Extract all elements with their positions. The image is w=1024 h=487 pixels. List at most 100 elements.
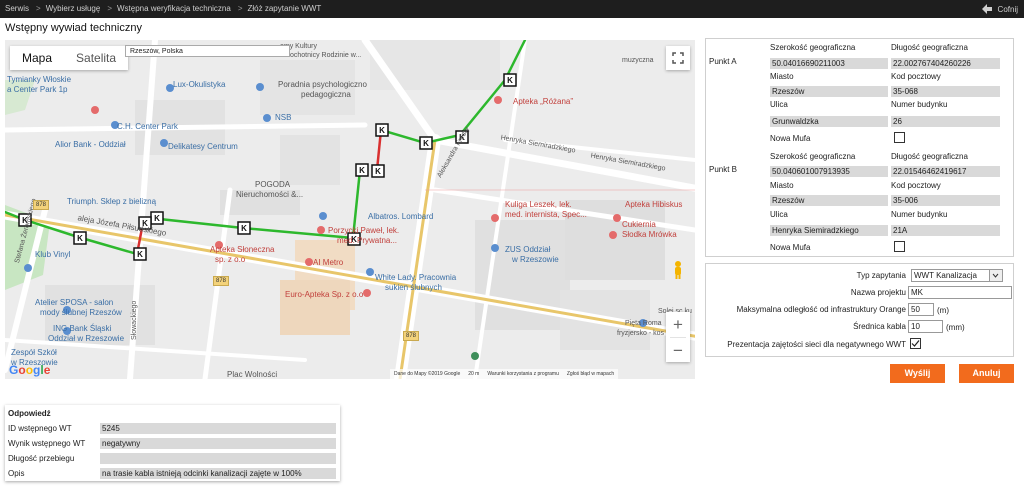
map-report-link[interactable]: Zgłoś błąd w mapach bbox=[567, 371, 614, 379]
point-b-lat-field[interactable]: 50.040601007913935 bbox=[770, 166, 888, 177]
fullscreen-icon bbox=[672, 52, 684, 64]
map-label: ING Bank Śląski bbox=[53, 324, 112, 333]
tab-map[interactable]: Mapa bbox=[10, 46, 64, 70]
map-search-input[interactable] bbox=[125, 45, 290, 57]
map-label: C.H. Center Park bbox=[117, 122, 178, 131]
map-label: Porzycki Paweł, lek. bbox=[328, 226, 400, 235]
breadcrumb-item-service[interactable]: Wybierz usługę bbox=[46, 4, 101, 13]
point-a-zip-field[interactable]: 35-068 bbox=[891, 86, 1000, 97]
request-type-label: Typ zapytania bbox=[856, 271, 906, 280]
point-b-lon-field[interactable]: 22.01546462419617 bbox=[891, 166, 1000, 177]
point-a-lat-field[interactable]: 50.04016690211003 bbox=[770, 58, 888, 69]
response-title: Odpowiedź bbox=[8, 409, 51, 418]
cable-node-marker-label: K bbox=[154, 214, 160, 223]
map-label: Nieruchomości &... bbox=[236, 190, 304, 199]
point-b-street-label: Ulica bbox=[770, 210, 788, 219]
project-name-input[interactable] bbox=[908, 286, 1012, 299]
checkmark-icon bbox=[911, 340, 920, 347]
response-row-label: Wynik wstępnego WT bbox=[8, 439, 86, 448]
cable-diameter-input[interactable] bbox=[908, 320, 943, 333]
map-label: pedagogiczna bbox=[301, 90, 351, 99]
point-b-mufa-checkbox[interactable] bbox=[894, 241, 905, 252]
arrow-left-icon bbox=[981, 4, 992, 14]
point-a-zip-label: Kod pocztowy bbox=[891, 72, 941, 81]
cancel-button[interactable]: Anuluj bbox=[959, 364, 1014, 383]
map-label: Apteka Hibiskus bbox=[625, 200, 683, 209]
breadcrumb: Serwis > Wybierz usługę > Wstępna weryfikacj… bbox=[5, 4, 322, 13]
map-label: Apteka „Różana” bbox=[513, 97, 574, 106]
fullscreen-button[interactable] bbox=[666, 46, 690, 70]
occupancy-checkbox[interactable] bbox=[910, 338, 921, 349]
point-a-mufa-checkbox[interactable] bbox=[894, 132, 905, 143]
point-a-bldg-field[interactable]: 26 bbox=[891, 116, 1000, 127]
point-b-bldg-field[interactable]: 21A bbox=[891, 225, 1000, 236]
cable-node-marker-label: K bbox=[359, 166, 365, 175]
point-b-mufa-label: Nowa Mufa bbox=[770, 243, 811, 252]
cable-node-marker-label: K bbox=[375, 167, 381, 176]
send-button[interactable]: Wyślij bbox=[890, 364, 945, 383]
point-a-label: Punkt A bbox=[709, 57, 737, 66]
point-a-bldg-label: Numer budynku bbox=[891, 100, 948, 109]
road-number: 878 bbox=[403, 331, 420, 341]
point-a-lon-field[interactable]: 22.002767404260226 bbox=[891, 58, 1000, 69]
point-a-street-label: Ulica bbox=[770, 100, 788, 109]
max-distance-label: Maksymalna odległość od infrastruktury O… bbox=[736, 305, 906, 314]
point-b-street-field[interactable]: Henryka Siemiradzkiego bbox=[770, 225, 888, 236]
map-label: Albatros. Lombard bbox=[368, 212, 434, 221]
map-label: a Center Park 1p bbox=[7, 85, 68, 94]
point-b-zip-field[interactable]: 35-006 bbox=[891, 195, 1000, 206]
request-form: Typ zapytania WWT Kanalizacja Nazwa proj… bbox=[705, 263, 1014, 357]
response-row-value: negatywny bbox=[100, 438, 336, 449]
project-name-label: Nazwa projektu bbox=[850, 288, 906, 297]
point-b-bldg-label: Numer budynku bbox=[891, 210, 948, 219]
map-label: POGODA bbox=[255, 180, 291, 189]
response-row-value bbox=[100, 453, 336, 464]
back-button[interactable]: Cofnij bbox=[981, 2, 1018, 16]
zoom-in-button[interactable]: + bbox=[666, 312, 690, 337]
map-label: Kuliga Leszek, lek. bbox=[505, 200, 572, 209]
points-panel: Punkt A Szerokość geograficzna Długość g… bbox=[705, 38, 1014, 257]
map-label: ZUS Oddział bbox=[505, 245, 551, 254]
road-number: 878 bbox=[33, 200, 50, 210]
zoom-out-button[interactable]: − bbox=[666, 338, 690, 362]
map-label: Apteka Słoneczna bbox=[210, 245, 275, 254]
cable-node-marker-label: K bbox=[241, 224, 247, 233]
cable-node-marker-label: K bbox=[77, 234, 83, 243]
max-distance-input[interactable] bbox=[908, 303, 934, 316]
map-view[interactable]: KKKKKKKKKKKKK Tymianky Włoskie a Center … bbox=[5, 40, 695, 379]
cable-node-marker-label: K bbox=[379, 126, 385, 135]
cable-node-marker-label: K bbox=[137, 250, 143, 259]
zoom-control: + − bbox=[666, 312, 690, 362]
point-b-city-field[interactable]: Rzeszów bbox=[770, 195, 888, 206]
map-label: Euro-Apteka Sp. z o.o bbox=[285, 290, 364, 299]
map-label: Słodka Mrówka bbox=[622, 230, 677, 239]
point-a-lat-label: Szerokość geograficzna bbox=[770, 43, 856, 52]
point-a-city-field[interactable]: Rzeszów bbox=[770, 86, 888, 97]
chevron-down-icon bbox=[989, 270, 1002, 281]
max-distance-unit: (m) bbox=[937, 306, 949, 315]
map-label: muzyczna bbox=[622, 57, 654, 64]
point-a-street-field[interactable]: Grunwaldzka bbox=[770, 116, 888, 127]
response-row-label: Opis bbox=[8, 469, 25, 478]
map-label: White Lady. Pracownia bbox=[375, 273, 457, 282]
map-label: AI Metro bbox=[313, 258, 344, 267]
tab-satellite[interactable]: Satelita bbox=[64, 46, 128, 70]
point-a-city-label: Miasto bbox=[770, 72, 794, 81]
map-label: fryzjersko - kos bbox=[617, 330, 665, 337]
cable-node-marker-label: K bbox=[507, 76, 513, 85]
map-label: mody ślubnej Rzeszów bbox=[40, 308, 122, 317]
google-logo: Google bbox=[9, 363, 51, 377]
map-label: Lux-Okulistyka bbox=[173, 80, 226, 89]
breadcrumb-item-serwis[interactable]: Serwis bbox=[5, 4, 29, 13]
cable-node-marker-label: K bbox=[423, 139, 429, 148]
breadcrumb-item-verification[interactable]: Wstępna weryfikacja techniczna bbox=[117, 4, 231, 13]
map-terms-link[interactable]: Warunki korzystania z programu bbox=[487, 371, 559, 379]
map-label: sp. z o.o bbox=[215, 255, 246, 264]
response-row-label: Długość przebiegu bbox=[8, 454, 75, 463]
map-attribution: Dane do Mapy ©2019 Google 20 m Warunki k… bbox=[390, 369, 619, 379]
street-view-pegman-icon[interactable] bbox=[671, 260, 685, 280]
point-a-mufa-label: Nowa Mufa bbox=[770, 134, 811, 143]
request-type-select[interactable]: WWT Kanalizacja bbox=[911, 269, 1003, 282]
map-label: med. Prywatna... bbox=[337, 236, 398, 245]
map-label: Cukiernia bbox=[622, 220, 656, 229]
